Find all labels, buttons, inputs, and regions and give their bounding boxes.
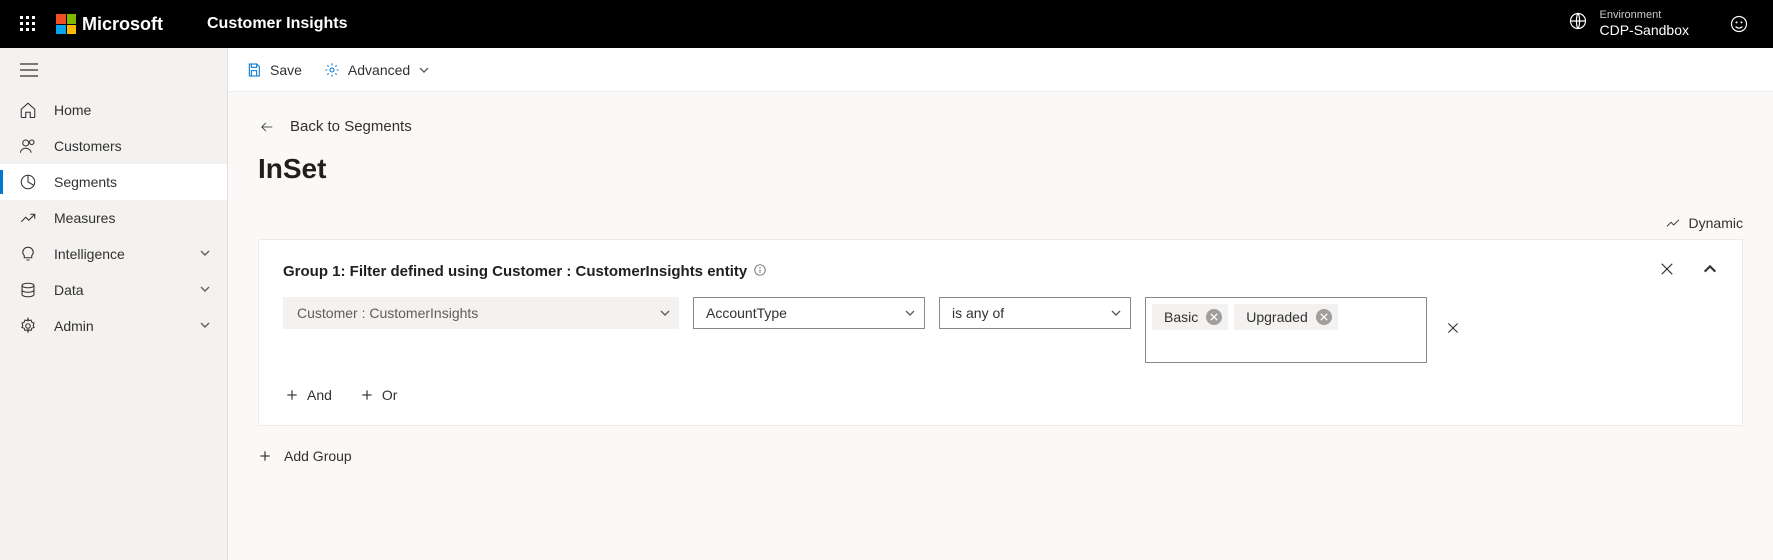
back-label: Back to Segments [290, 118, 412, 135]
left-nav: Home Customers Segments Measures Intelli… [0, 48, 228, 560]
pill-label: Upgraded [1246, 309, 1308, 325]
info-icon[interactable] [753, 263, 767, 281]
chevron-down-icon [199, 246, 211, 262]
advanced-button[interactable]: Advanced [322, 58, 432, 82]
sidebar-item-label: Intelligence [54, 246, 199, 262]
sidebar-item-label: Segments [54, 174, 227, 190]
chart-line-icon [1665, 215, 1681, 231]
dynamic-label: Dynamic [1689, 215, 1743, 231]
chevron-down-icon [418, 64, 430, 76]
entity-selector[interactable]: Customer : CustomerInsights [283, 297, 679, 329]
save-label: Save [270, 62, 302, 78]
microsoft-logo: Microsoft [56, 14, 163, 35]
home-icon [18, 100, 38, 120]
sidebar-item-label: Customers [54, 138, 227, 154]
remove-value-icon[interactable] [1316, 309, 1332, 325]
pill-label: Basic [1164, 309, 1198, 325]
sidebar-item-segments[interactable]: Segments [0, 164, 227, 200]
gear-icon [18, 316, 38, 336]
segments-icon [18, 172, 38, 192]
sidebar-item-label: Home [54, 102, 227, 118]
or-label: Or [382, 387, 398, 403]
and-button[interactable]: And [285, 387, 332, 403]
group-header-text: Group 1: Filter defined using Customer :… [283, 263, 747, 280]
chevron-down-icon [199, 318, 211, 334]
sidebar-item-label: Measures [54, 210, 227, 226]
customers-icon [18, 136, 38, 156]
chevron-down-icon [199, 282, 211, 298]
brand-label: Microsoft [82, 14, 163, 35]
collapse-group-icon[interactable] [1702, 261, 1718, 282]
sidebar-item-label: Data [54, 282, 199, 298]
page-title: InSet [228, 135, 1773, 185]
app-title: Customer Insights [207, 15, 347, 33]
plus-icon [258, 449, 272, 463]
value-pill: Basic [1152, 304, 1228, 330]
filter-row: Customer : CustomerInsights AccountType … [283, 297, 1718, 363]
back-to-segments-link[interactable]: Back to Segments [228, 92, 1773, 135]
sidebar-item-customers[interactable]: Customers [0, 128, 227, 164]
values-input[interactable]: Basic Upgraded [1145, 297, 1427, 363]
remove-filter-icon[interactable] [1445, 320, 1461, 341]
remove-value-icon[interactable] [1206, 309, 1222, 325]
save-button[interactable]: Save [244, 58, 304, 82]
measures-icon [18, 208, 38, 228]
entity-value: Customer : CustomerInsights [297, 305, 478, 321]
sidebar-item-measures[interactable]: Measures [0, 200, 227, 236]
operator-value: is any of [952, 305, 1004, 321]
sidebar-item-admin[interactable]: Admin [0, 308, 227, 344]
attribute-selector[interactable]: AccountType [693, 297, 925, 329]
environment-selector[interactable]: Environment CDP-Sandbox [1568, 9, 1690, 39]
hamburger-icon[interactable] [0, 48, 227, 92]
sidebar-item-label: Admin [54, 318, 199, 334]
chevron-down-icon [904, 307, 916, 319]
environment-label: Environment [1600, 9, 1690, 22]
delete-group-icon[interactable] [1658, 260, 1676, 283]
chevron-down-icon [659, 307, 671, 319]
globe-icon [1568, 11, 1588, 36]
group-card: Group 1: Filter defined using Customer :… [258, 239, 1743, 426]
environment-name: CDP-Sandbox [1600, 22, 1690, 39]
add-group-button[interactable]: Add Group [258, 448, 1773, 464]
plus-icon [360, 388, 374, 402]
plus-icon [285, 388, 299, 402]
sidebar-item-home[interactable]: Home [0, 92, 227, 128]
operator-selector[interactable]: is any of [939, 297, 1131, 329]
app-launcher-icon[interactable] [8, 0, 48, 48]
attribute-value: AccountType [706, 305, 787, 321]
command-bar: Save Advanced [228, 48, 1773, 92]
arrow-left-icon [258, 120, 276, 134]
intelligence-icon [18, 244, 38, 264]
value-pill: Upgraded [1234, 304, 1338, 330]
advanced-label: Advanced [348, 62, 410, 78]
or-button[interactable]: Or [360, 387, 398, 403]
app-header: Microsoft Customer Insights Environment … [0, 0, 1773, 48]
add-group-label: Add Group [284, 448, 352, 464]
main-content: Save Advanced Back to Segments InSet Dyn… [228, 48, 1773, 560]
and-label: And [307, 387, 332, 403]
microsoft-logo-icon [56, 14, 76, 34]
feedback-icon[interactable] [1719, 0, 1759, 48]
sidebar-item-intelligence[interactable]: Intelligence [0, 236, 227, 272]
dynamic-toggle[interactable]: Dynamic [1665, 215, 1743, 231]
sidebar-item-data[interactable]: Data [0, 272, 227, 308]
chevron-down-icon [1110, 307, 1122, 319]
data-icon [18, 280, 38, 300]
